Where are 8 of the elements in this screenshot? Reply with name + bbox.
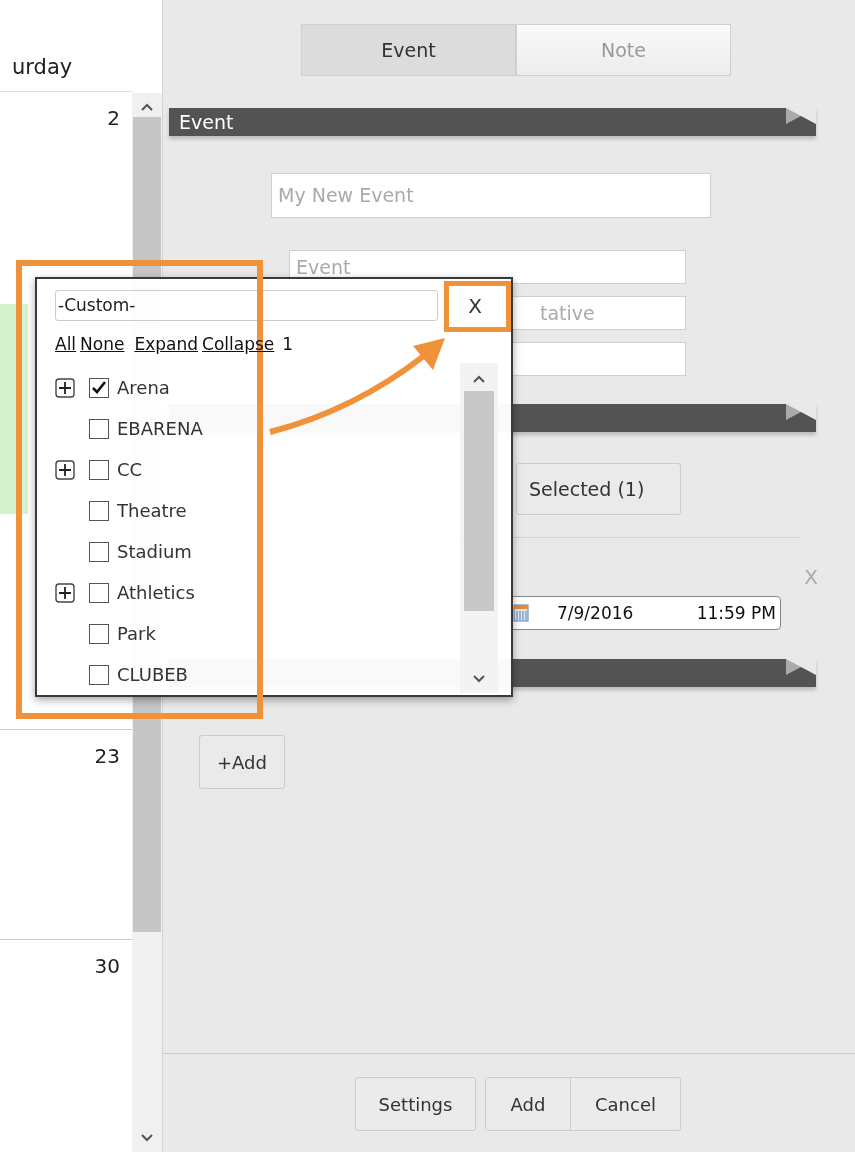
section-header: Event — [169, 108, 816, 136]
day-number: 30 — [94, 954, 120, 978]
end-date: 7/9/2016 — [557, 603, 634, 623]
day-number: 2 — [107, 106, 120, 130]
day-header: urday — [12, 55, 73, 79]
selected-count: 1 — [282, 334, 294, 354]
day-number: 23 — [94, 744, 120, 768]
end-time: 11:59 PM — [696, 603, 776, 623]
